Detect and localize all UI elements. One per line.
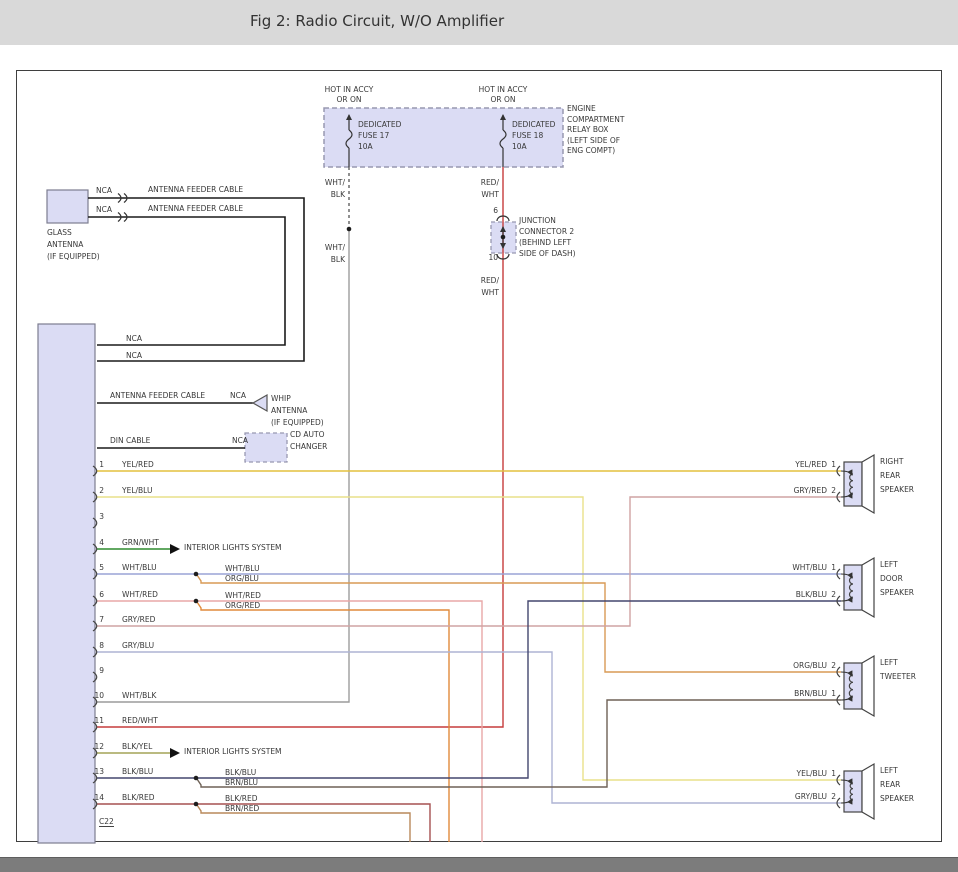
wire-antenna-feeder-2 <box>88 217 285 345</box>
wire-red-wht <box>97 167 503 727</box>
speaker-body <box>844 462 862 506</box>
splice-dot <box>347 227 352 232</box>
interior-lights-arrow-icon <box>170 748 180 758</box>
splice-dot <box>194 572 199 577</box>
splice-dot <box>194 802 199 807</box>
wire-org-blu <box>197 575 841 672</box>
wire-brn-red <box>197 805 410 842</box>
wiring-diagram-canvas <box>0 0 958 872</box>
wire-blk-red <box>97 804 430 842</box>
splice-dot <box>501 235 506 240</box>
speaker-body <box>844 663 862 709</box>
speaker-cone-icon <box>862 455 874 513</box>
wire-wht-red <box>97 601 482 842</box>
wire-yel-blu <box>97 497 841 780</box>
cd-changer-box <box>245 433 287 462</box>
speaker-cone-icon <box>862 656 874 716</box>
relay-box <box>324 108 563 167</box>
wires <box>88 167 841 842</box>
speaker-cone-icon <box>862 764 874 819</box>
speaker-body <box>844 771 862 812</box>
wire-blk-blu <box>97 601 841 778</box>
interior-lights-arrow-icon <box>170 544 180 554</box>
wire-org-red <box>197 602 449 842</box>
wire-antenna-feeder-1 <box>88 198 304 361</box>
wire-wht-blk <box>97 229 349 702</box>
speaker-body <box>844 565 862 610</box>
component-boxes <box>38 108 563 843</box>
splice-dot <box>194 776 199 781</box>
wire-brn-blu <box>197 700 841 787</box>
splice-dot <box>194 599 199 604</box>
whip-antenna-icon <box>253 395 267 411</box>
generated-speaker-glyphs <box>837 455 874 819</box>
speaker-cone-icon <box>862 558 874 617</box>
radio-connector-block <box>38 324 95 843</box>
bottom-bar <box>0 857 958 872</box>
wire-gry-red <box>97 497 841 626</box>
glass-antenna-box <box>47 190 88 223</box>
